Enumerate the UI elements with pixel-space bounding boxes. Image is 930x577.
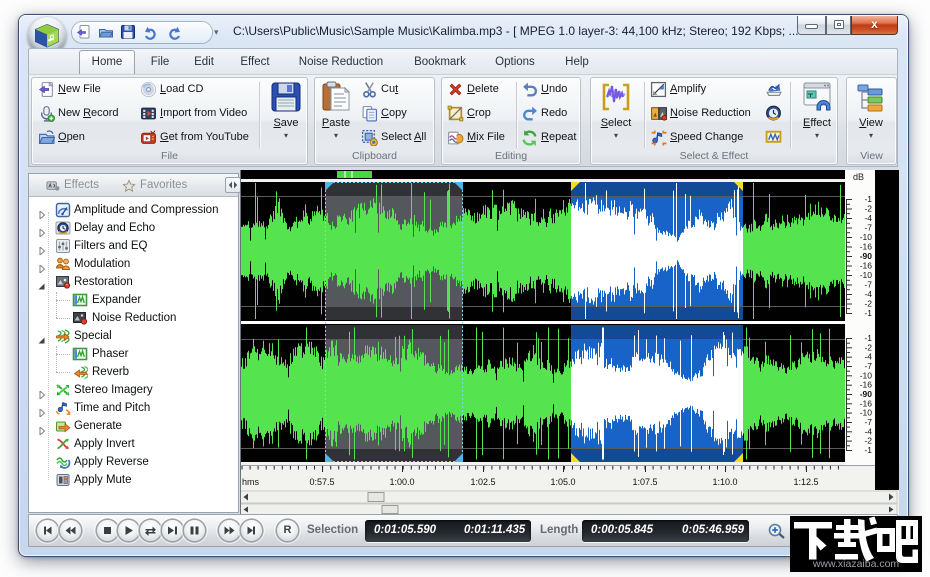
svg-text:1:00.0: 1:00.0 bbox=[389, 477, 414, 487]
svg-text:-2: -2 bbox=[864, 299, 872, 309]
svg-text:0:57.5: 0:57.5 bbox=[309, 477, 334, 487]
svg-text:-16: -16 bbox=[860, 242, 873, 252]
svg-text:dB: dB bbox=[853, 172, 864, 182]
svg-text:1:05.0: 1:05.0 bbox=[550, 477, 575, 487]
svg-text:-4: -4 bbox=[864, 289, 872, 299]
svg-text:hms: hms bbox=[242, 477, 260, 487]
svg-text:-7: -7 bbox=[864, 280, 872, 290]
svg-text:-7: -7 bbox=[864, 223, 872, 233]
svg-text:-10: -10 bbox=[860, 270, 873, 280]
svg-text:-16: -16 bbox=[860, 261, 873, 271]
svg-text:-10: -10 bbox=[860, 232, 873, 242]
svg-text:-90: -90 bbox=[860, 251, 873, 261]
svg-text:1:10.0: 1:10.0 bbox=[712, 477, 737, 487]
svg-text:-1: -1 bbox=[864, 194, 872, 204]
svg-text:1:07.5: 1:07.5 bbox=[632, 477, 657, 487]
svg-text:-2: -2 bbox=[864, 204, 872, 214]
svg-text:-1: -1 bbox=[864, 445, 872, 455]
svg-text:1:12.5: 1:12.5 bbox=[793, 477, 818, 487]
svg-text:-4: -4 bbox=[864, 213, 872, 223]
svg-text:-1: -1 bbox=[864, 308, 872, 318]
svg-text:1:02.5: 1:02.5 bbox=[470, 477, 495, 487]
